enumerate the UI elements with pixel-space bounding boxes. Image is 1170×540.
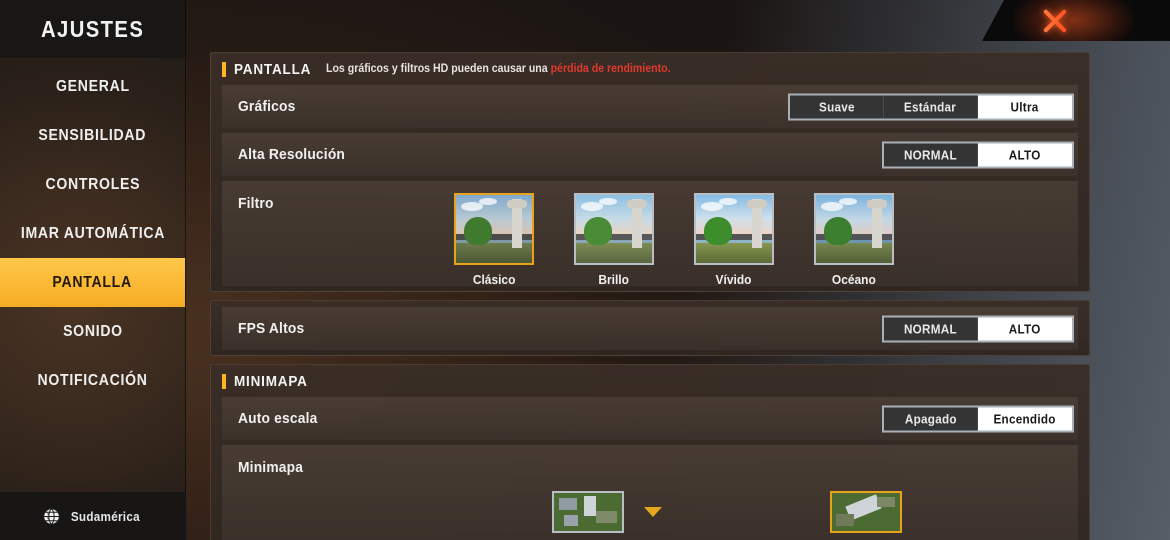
sidebar-item-apuntar-automatica[interactable]: IMAR AUTOMÁTICA (0, 209, 185, 258)
filter-thumbnail-image (694, 193, 774, 265)
option-label: ALTO (1009, 147, 1041, 162)
minimap-option-list (552, 491, 902, 533)
filter-option-clasico[interactable]: Clásico (454, 193, 534, 289)
option-label: Estándar (904, 99, 957, 114)
row-auto-escala: Auto escala Apagado Encendido (222, 397, 1078, 440)
fps-altos-option-normal[interactable]: NORMAL (884, 317, 978, 340)
alta-resolucion-option-normal[interactable]: NORMAL (884, 143, 978, 166)
sidebar-nav: GENERAL SENSIBILIDAD CONTROLES IMAR AUTO… (0, 62, 185, 405)
subtitle-warning: pérdida de rendimiento. (550, 63, 671, 75)
panel-pantalla: PANTALLA Los gráficos y filtros HD puede… (210, 52, 1090, 292)
subtitle-text: Los gráficos y filtros HD pueden causar … (325, 63, 551, 75)
accent-bar-icon (222, 61, 226, 77)
alta-resolucion-option-alto[interactable]: ALTO (978, 143, 1072, 166)
panel-minimapa: MINIMAPA Auto escala Apagado Encendido M… (210, 364, 1090, 540)
close-button[interactable] (982, 0, 1170, 41)
filter-thumbnail-image (574, 193, 654, 265)
row-fps-altos: FPS Altos NORMAL ALTO (222, 307, 1078, 350)
graficos-option-estandar[interactable]: Estándar (884, 95, 978, 118)
sidebar-item-notificacion[interactable]: NOTIFICACIÓN (0, 356, 185, 405)
sidebar-item-label: GENERAL (55, 77, 130, 95)
region-selector[interactable]: Sudamérica (0, 492, 186, 540)
filter-option-oceano[interactable]: Océano (814, 193, 894, 289)
row-label: Auto escala (238, 410, 318, 427)
filter-label: Brillo (598, 272, 630, 287)
option-label: Suave (818, 99, 855, 114)
panel-title: PANTALLA (234, 60, 312, 78)
panel-fps: FPS Altos NORMAL ALTO (210, 300, 1090, 356)
row-label: Minimapa (238, 459, 304, 476)
sidebar-item-label: IMAR AUTOMÁTICA (20, 224, 165, 242)
option-label: ALTO (1009, 321, 1041, 336)
row-filtro: Filtro Clásico Brillo Vívido Océano (222, 181, 1078, 289)
row-minimapa: Minimapa (222, 445, 1078, 540)
filter-thumbnail-image (454, 193, 534, 265)
row-alta-resolucion: Alta Resolución NORMAL ALTO (222, 133, 1078, 176)
sidebar-item-label: NOTIFICACIÓN (37, 371, 148, 389)
page-title: AJUSTES (40, 15, 145, 42)
accent-bar-icon (222, 373, 226, 389)
panel-title: MINIMAPA (234, 372, 308, 390)
auto-escala-option-encendido[interactable]: Encendido (978, 407, 1072, 430)
sidebar-item-sensibilidad[interactable]: SENSIBILIDAD (0, 111, 185, 160)
row-label: FPS Altos (238, 320, 305, 337)
settings-content: PANTALLA Los gráficos y filtros HD puede… (210, 52, 1090, 540)
fps-altos-option-alto[interactable]: ALTO (978, 317, 1072, 340)
filter-label: Océano (832, 272, 876, 287)
sidebar-item-label: CONTROLES (45, 175, 140, 193)
row-graficos: Gráficos Suave Estándar Ultra (222, 85, 1078, 128)
graficos-segmented-control: Suave Estándar Ultra (788, 93, 1074, 120)
filter-thumbnail-list: Clásico Brillo Vívido Océano (454, 193, 894, 289)
panel-subtitle: Los gráficos y filtros HD pueden causar … (326, 63, 671, 75)
sidebar-item-label: SONIDO (62, 322, 123, 340)
option-label: Apagado (904, 411, 957, 426)
sidebar-header: AJUSTES (0, 0, 185, 58)
option-label: Encendido (993, 411, 1057, 426)
minimap-option-north-up[interactable] (552, 491, 624, 533)
close-glow (1014, 0, 1134, 41)
sidebar-item-label: PANTALLA (52, 273, 133, 291)
sidebar: AJUSTES GENERAL SENSIBILIDAD CONTROLES I… (0, 0, 186, 540)
chevron-down-icon[interactable] (644, 507, 662, 517)
region-label: Sudamérica (70, 508, 140, 524)
filter-thumbnail-image (814, 193, 894, 265)
globe-icon (42, 507, 60, 525)
auto-escala-segmented-control: Apagado Encendido (882, 405, 1074, 432)
sidebar-item-controles[interactable]: CONTROLES (0, 160, 185, 209)
sidebar-item-general[interactable]: GENERAL (0, 62, 185, 111)
panel-pantalla-header: PANTALLA Los gráficos y filtros HD puede… (211, 53, 1089, 85)
filter-label: Clásico (472, 272, 516, 287)
sidebar-item-sonido[interactable]: SONIDO (0, 307, 185, 356)
filter-option-vivido[interactable]: Vívido (694, 193, 774, 289)
panel-minimapa-header: MINIMAPA (211, 365, 1089, 397)
option-label: NORMAL (904, 147, 957, 162)
close-icon (1038, 4, 1072, 38)
minimap-option-rotating[interactable] (830, 491, 902, 533)
filter-label: Vívido (716, 272, 752, 287)
alta-resolucion-segmented-control: NORMAL ALTO (882, 141, 1074, 168)
graficos-option-suave[interactable]: Suave (790, 95, 884, 118)
row-label: Gráficos (238, 98, 296, 115)
filter-option-brillo[interactable]: Brillo (574, 193, 654, 289)
auto-escala-option-apagado[interactable]: Apagado (884, 407, 978, 430)
row-label: Alta Resolución (238, 146, 346, 163)
option-label: Ultra (1010, 99, 1040, 114)
settings-screen: AJUSTES GENERAL SENSIBILIDAD CONTROLES I… (0, 0, 1170, 540)
row-label: Filtro (238, 195, 274, 212)
fps-altos-segmented-control: NORMAL ALTO (882, 315, 1074, 342)
sidebar-item-pantalla[interactable]: PANTALLA (0, 258, 185, 307)
option-label: NORMAL (904, 321, 957, 336)
sidebar-item-label: SENSIBILIDAD (38, 126, 147, 144)
graficos-option-ultra[interactable]: Ultra (978, 95, 1072, 118)
